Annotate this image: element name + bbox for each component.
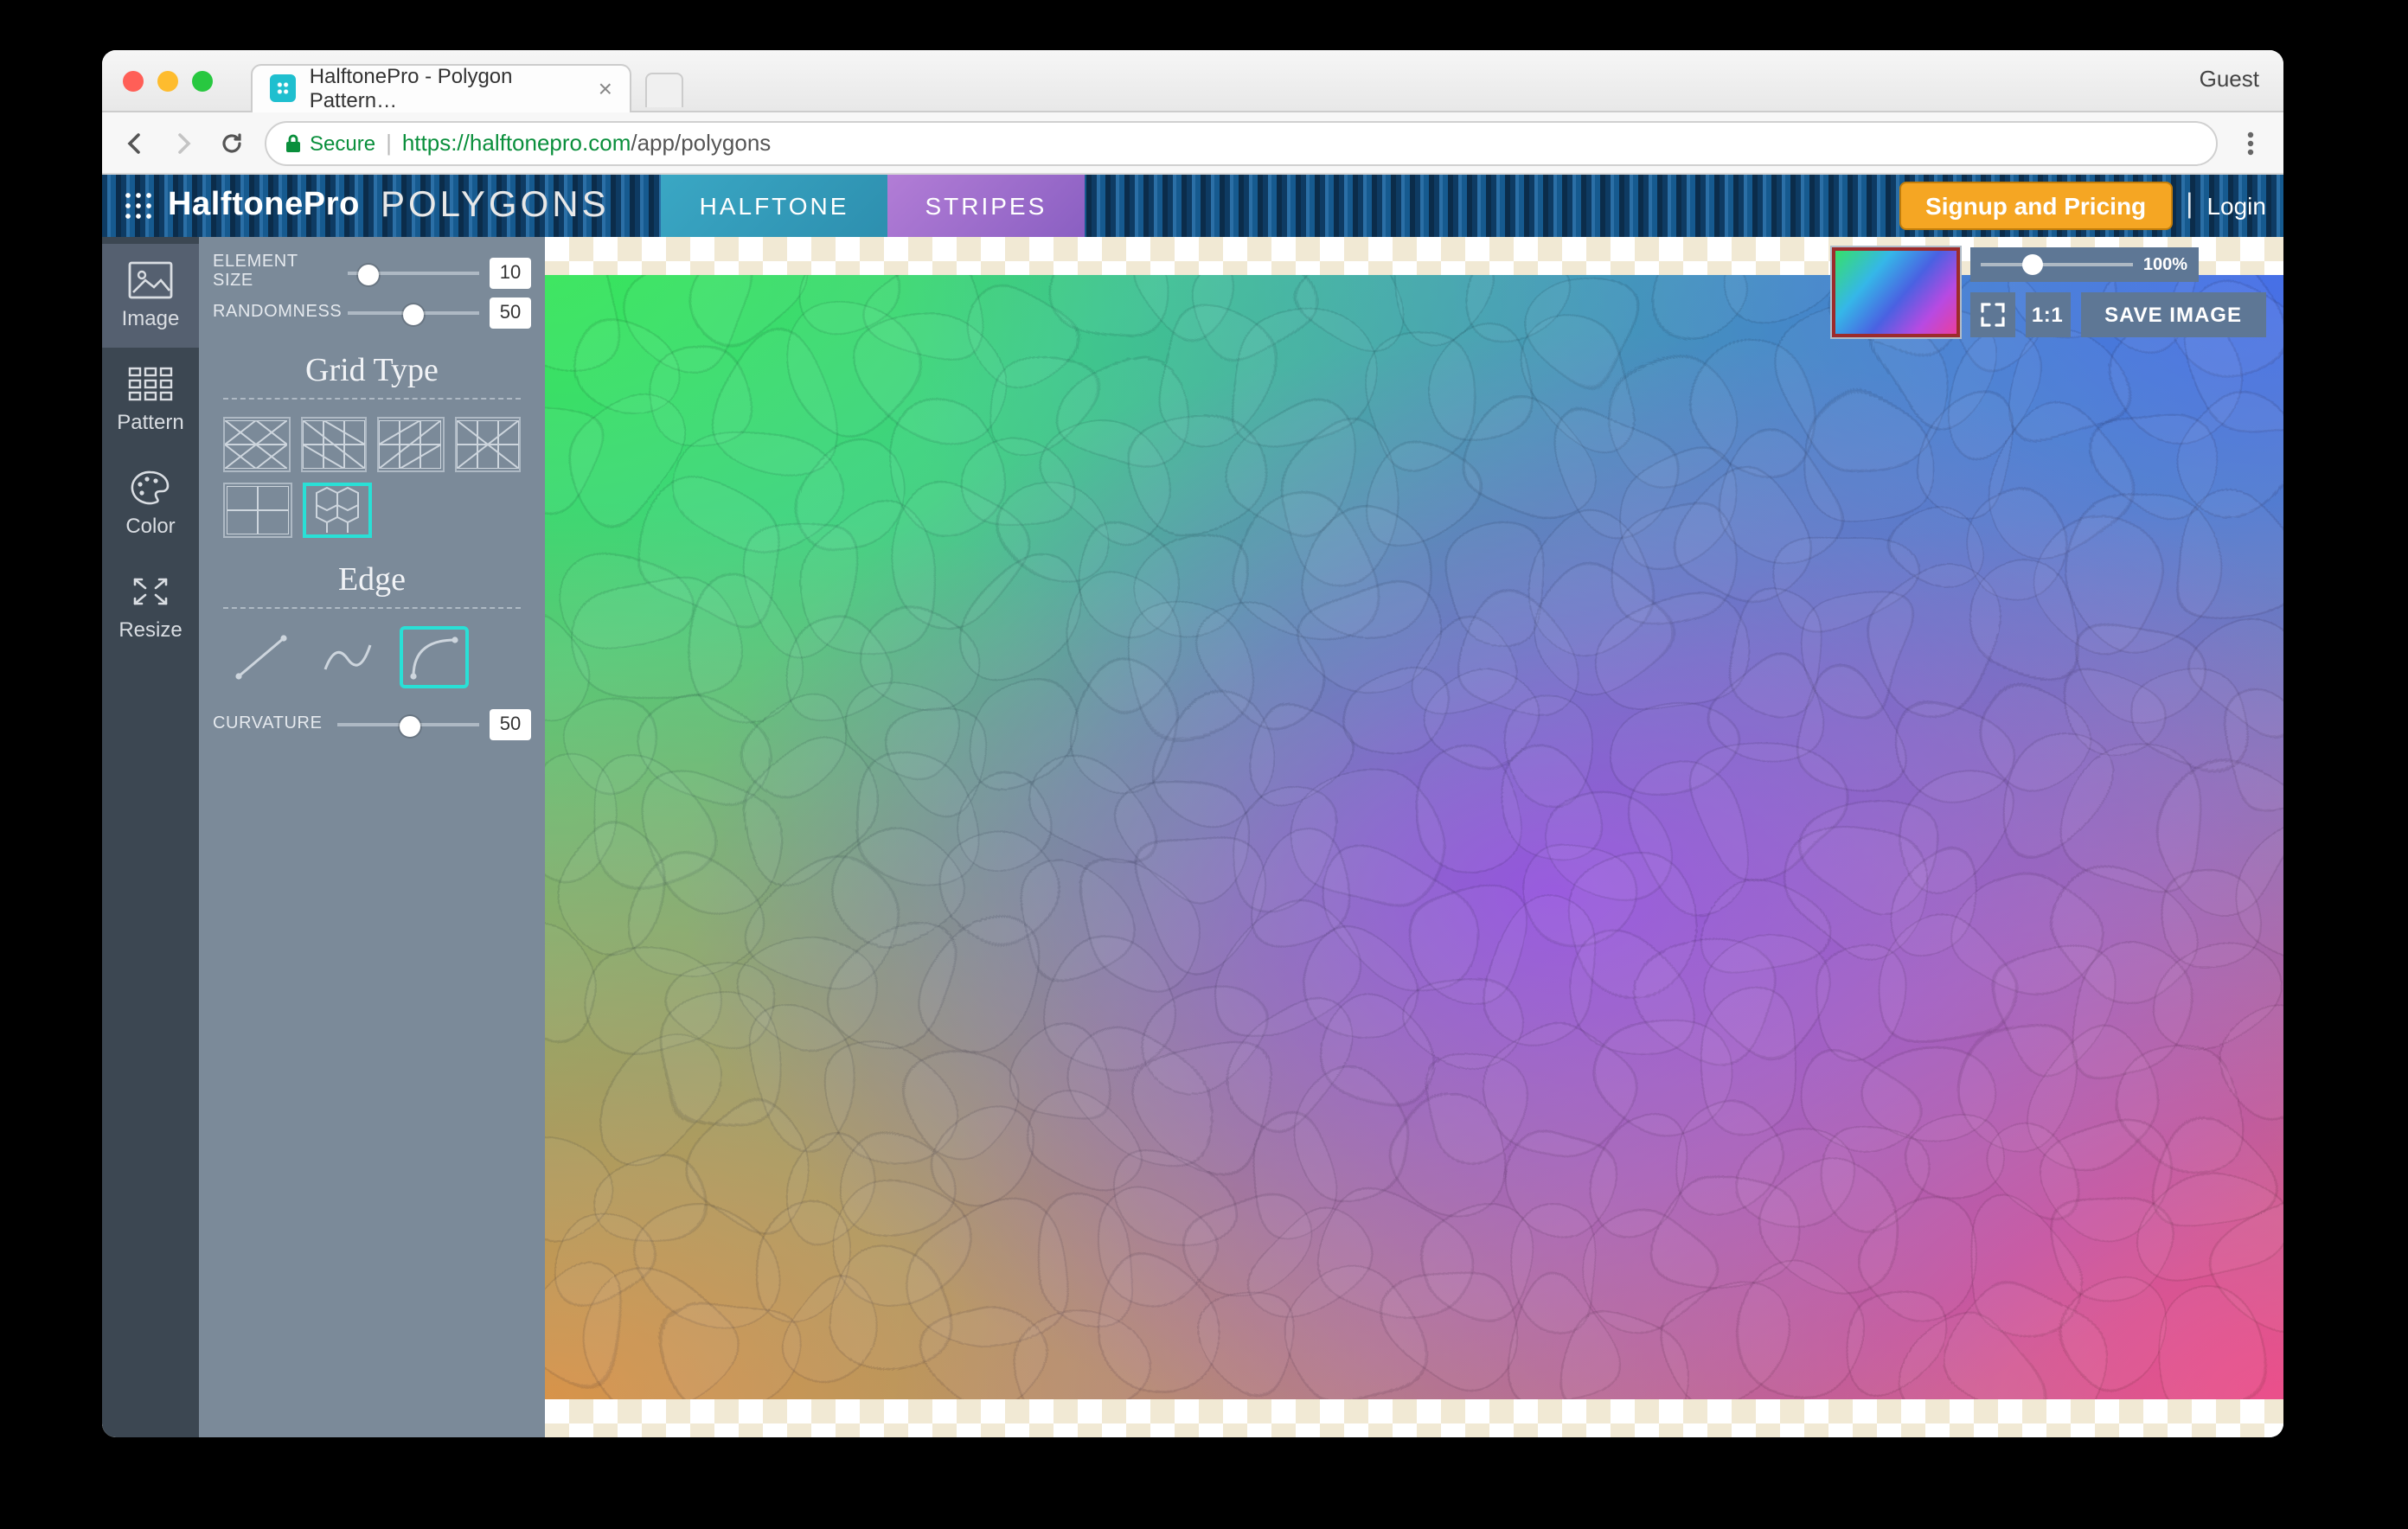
rail-image[interactable]: Image (102, 244, 199, 348)
brand-sub: POLYGONS (381, 185, 610, 227)
rail-color-label: Color (125, 514, 175, 538)
ratio-button[interactable]: 1:1 (2025, 292, 2070, 337)
curvature-row: CURVATURE 50 (213, 709, 531, 740)
rail-color[interactable]: Color (102, 451, 199, 555)
brand-main: HalftonePro (168, 187, 360, 225)
grid-diag-right[interactable] (300, 417, 367, 472)
new-tab-button[interactable] (645, 72, 683, 106)
window-controls (102, 70, 213, 91)
app-body: Image Pattern Color (102, 237, 2283, 1437)
tab-halftone[interactable]: HALFTONE (662, 175, 887, 237)
randomness-value[interactable]: 50 (490, 297, 531, 329)
grid-row-1 (209, 417, 535, 472)
signup-button[interactable]: Signup and Pricing (1899, 182, 2172, 230)
browser-toolbar: Secure | https://halftonepro.com/app/pol… (102, 112, 2283, 175)
element-size-slider[interactable] (348, 260, 479, 285)
element-size-label: ELEMENT SIZE (213, 254, 337, 291)
grid-icon (128, 365, 173, 403)
grid-diag-left[interactable] (377, 417, 444, 472)
minimap[interactable] (1831, 247, 1959, 337)
grid-row-2 (209, 483, 535, 538)
lock-icon (284, 132, 303, 153)
edge-wavy[interactable] (313, 626, 382, 688)
element-size-value[interactable]: 10 (490, 257, 531, 288)
header-right: Signup and Pricing | Login (1899, 175, 2266, 237)
canvas-area: 100% 1:1 SAVE IMAGE (545, 237, 2283, 1437)
reload-button[interactable] (216, 127, 247, 158)
grid-hexagon[interactable] (303, 483, 372, 538)
secure-indicator: Secure (284, 131, 375, 155)
randomness-slider[interactable] (348, 301, 479, 325)
profile-label[interactable]: Guest (2200, 66, 2259, 92)
sidebar-rail: Image Pattern Color (102, 237, 199, 1437)
randomness-row: RANDOMNESS 50 (213, 297, 531, 329)
rail-resize-label: Resize (118, 617, 182, 642)
browser-tab[interactable]: HalftonePro - Polygon Pattern… × (251, 63, 631, 112)
save-image-button[interactable]: SAVE IMAGE (2080, 292, 2266, 337)
close-window-button[interactable] (123, 70, 144, 91)
fullscreen-button[interactable] (1969, 292, 2014, 337)
edge-straight[interactable] (227, 626, 296, 688)
rail-pattern-label: Pattern (117, 410, 183, 434)
minimize-window-button[interactable] (157, 70, 178, 91)
edge-title: Edge (209, 562, 535, 600)
polygon-art (545, 275, 2283, 1399)
tab-stripes[interactable]: STRIPES (887, 175, 1085, 237)
expand-icon (1980, 303, 2004, 327)
url-protocol: https:// (402, 130, 470, 156)
curvature-value[interactable]: 50 (490, 709, 531, 740)
url-host: halftonepro.com (470, 130, 631, 156)
browser-window: HalftonePro - Polygon Pattern… × Guest S… (102, 50, 2283, 1437)
palette-icon (128, 469, 173, 507)
randomness-label: RANDOMNESS (213, 304, 337, 323)
rail-resize[interactable]: Resize (102, 555, 199, 659)
tab-title: HalftonePro - Polygon Pattern… (310, 64, 585, 112)
edge-row (209, 626, 535, 688)
curvature-slider[interactable] (337, 713, 479, 737)
page-content: HalftonePro POLYGONS HALFTONE STRIPES Si… (102, 175, 2283, 1437)
grid-triangles[interactable] (223, 417, 290, 472)
image-icon (128, 261, 173, 299)
forward-button[interactable] (168, 127, 199, 158)
zoom-slider[interactable]: 100% (1969, 247, 2198, 282)
zoom-label: 100% (2143, 255, 2187, 274)
app-header: HalftonePro POLYGONS HALFTONE STRIPES Si… (102, 175, 2283, 237)
rail-image-label: Image (122, 306, 180, 330)
browser-menu-button[interactable] (2235, 127, 2266, 158)
titlebar: HalftonePro - Polygon Pattern… × Guest (102, 50, 2283, 112)
rail-pattern[interactable]: Pattern (102, 348, 199, 451)
url-path: /app/polygons (631, 130, 771, 156)
grid-diamond[interactable] (454, 417, 521, 472)
resize-icon (128, 573, 173, 611)
canvas-overlay: 100% 1:1 SAVE IMAGE (1831, 247, 2266, 337)
maximize-window-button[interactable] (192, 70, 213, 91)
settings-panel: ELEMENT SIZE 10 RANDOMNESS 50 Grid Type (199, 237, 545, 1437)
mode-tabs: HALFTONE STRIPES (662, 175, 1086, 237)
edge-curved[interactable] (400, 626, 469, 688)
address-bar[interactable]: Secure | https://halftonepro.com/app/pol… (265, 120, 2218, 165)
minimap-preview (1835, 251, 1956, 334)
grid-type-title: Grid Type (209, 353, 535, 391)
close-tab-button[interactable]: × (599, 74, 612, 102)
back-button[interactable] (119, 127, 150, 158)
login-link[interactable]: Login (2206, 192, 2266, 220)
element-size-row: ELEMENT SIZE 10 (213, 254, 531, 291)
curvature-label: CURVATURE (213, 716, 327, 734)
brand[interactable]: HalftonePro POLYGONS (102, 185, 610, 227)
grid-square[interactable] (223, 483, 292, 538)
favicon-icon (270, 74, 296, 102)
artwork-canvas[interactable] (545, 275, 2283, 1399)
secure-label: Secure (310, 131, 375, 155)
logo-icon (123, 190, 154, 221)
